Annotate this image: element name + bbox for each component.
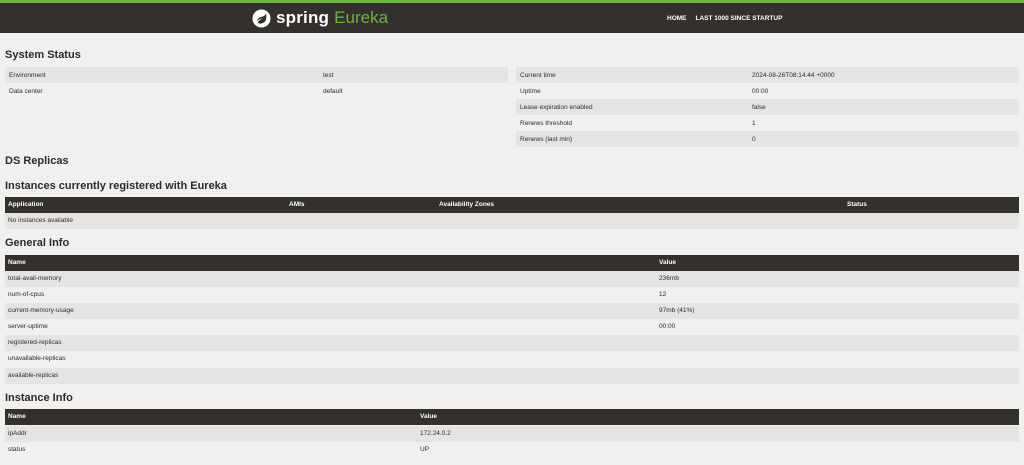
system-status-right-table: Current time 2024-08-26T08:14:44 +0000 U… <box>516 67 1019 147</box>
table-row: Environment test <box>5 67 508 83</box>
table-row: available-replicas <box>5 368 1019 384</box>
instance-info-title: Instance Info <box>5 392 73 404</box>
status-label: Environment <box>5 67 319 83</box>
info-name: available-replicas <box>8 372 59 379</box>
status-label: Lease expiration enabled <box>516 99 748 115</box>
brand-spring-text: spring <box>276 8 330 27</box>
table-row: total-avail-memory 236mb <box>5 271 1019 287</box>
table-row: num-of-cpus 12 <box>5 287 1019 303</box>
status-value: 00:00 <box>748 83 1019 99</box>
info-name: unavailable-replicas <box>8 355 66 362</box>
table-row: server-uptime 00:00 <box>5 319 1019 335</box>
nav-links: HOME LAST 1000 SINCE STARTUP <box>667 3 791 33</box>
instance-info-name: ipAddr <box>8 430 27 437</box>
table-row: Uptime 00:00 <box>516 83 1019 99</box>
ds-replicas-title: DS Replicas <box>5 155 69 167</box>
instances-title: Instances currently registered with Eure… <box>5 180 227 192</box>
column-header-name: Name <box>8 259 26 266</box>
system-status-left-table: Environment test Data center default <box>5 67 508 99</box>
instance-info-table-header: Name Value <box>5 409 1019 425</box>
info-name: current-memory-usage <box>8 307 74 314</box>
status-value: 1 <box>748 115 1019 131</box>
column-header-name: Name <box>8 413 26 420</box>
table-row: status UP <box>5 442 1019 458</box>
table-row: Data center default <box>5 83 508 99</box>
navbar: spring Eureka HOME LAST 1000 SINCE START… <box>0 3 1024 33</box>
table-row: unavailable-replicas <box>5 351 1019 367</box>
status-value: default <box>319 83 508 99</box>
info-name: total-avail-memory <box>8 275 62 282</box>
column-header-status: Status <box>847 201 867 208</box>
table-row: Renews (last min) 0 <box>516 131 1019 147</box>
info-name: server-uptime <box>8 323 48 330</box>
nav-link-last-1000[interactable]: LAST 1000 SINCE STARTUP <box>696 15 783 22</box>
table-row: current-memory-usage 97mb (41%) <box>5 303 1019 319</box>
table-row: Lease expiration enabled false <box>516 99 1019 115</box>
table-row: Renews threshold 1 <box>516 115 1019 131</box>
status-value: false <box>748 99 1019 115</box>
status-label: Renews threshold <box>516 115 748 131</box>
instances-table-header: Application AMIs Availability Zones Stat… <box>5 197 1019 213</box>
info-value: 236mb <box>659 275 679 282</box>
info-name: num-of-cpus <box>8 291 45 298</box>
instance-info-value: UP <box>420 446 430 453</box>
general-info-title: General Info <box>5 237 70 249</box>
instance-info-value: 172.24.0.2 <box>420 430 451 437</box>
table-row: registered-replicas <box>5 335 1019 351</box>
column-header-amis: AMIs <box>289 201 305 208</box>
status-value: 2024-08-26T08:14:44 +0000 <box>748 67 1019 83</box>
table-row: No instances available <box>5 213 1019 229</box>
system-status-title: System Status <box>5 49 81 61</box>
status-value: test <box>319 67 508 83</box>
no-instances-message: No instances available <box>8 217 74 224</box>
info-name: registered-replicas <box>8 339 62 346</box>
brand-eureka-text: Eureka <box>334 8 389 27</box>
spring-leaf-icon <box>252 8 271 28</box>
status-label: Data center <box>5 83 319 99</box>
column-header-value: Value <box>659 259 676 266</box>
nav-link-home[interactable]: HOME <box>667 15 687 22</box>
info-value: 97mb (41%) <box>659 307 695 314</box>
info-value: 00:00 <box>659 323 676 330</box>
table-row: Current time 2024-08-26T08:14:44 +0000 <box>516 67 1019 83</box>
general-info-table-header: Name Value <box>5 255 1019 271</box>
instance-info-name: status <box>8 446 26 453</box>
column-header-value: Value <box>420 413 437 420</box>
status-label: Renews (last min) <box>516 131 748 147</box>
status-value: 0 <box>748 131 1019 147</box>
brand-logo[interactable]: spring Eureka <box>252 6 388 30</box>
column-header-availability-zones: Availability Zones <box>439 201 495 208</box>
table-row: ipAddr 172.24.0.2 <box>5 426 1019 442</box>
info-value: 12 <box>659 291 667 298</box>
status-label: Current time <box>516 67 748 83</box>
status-label: Uptime <box>516 83 748 99</box>
column-header-application: Application <box>8 201 44 208</box>
